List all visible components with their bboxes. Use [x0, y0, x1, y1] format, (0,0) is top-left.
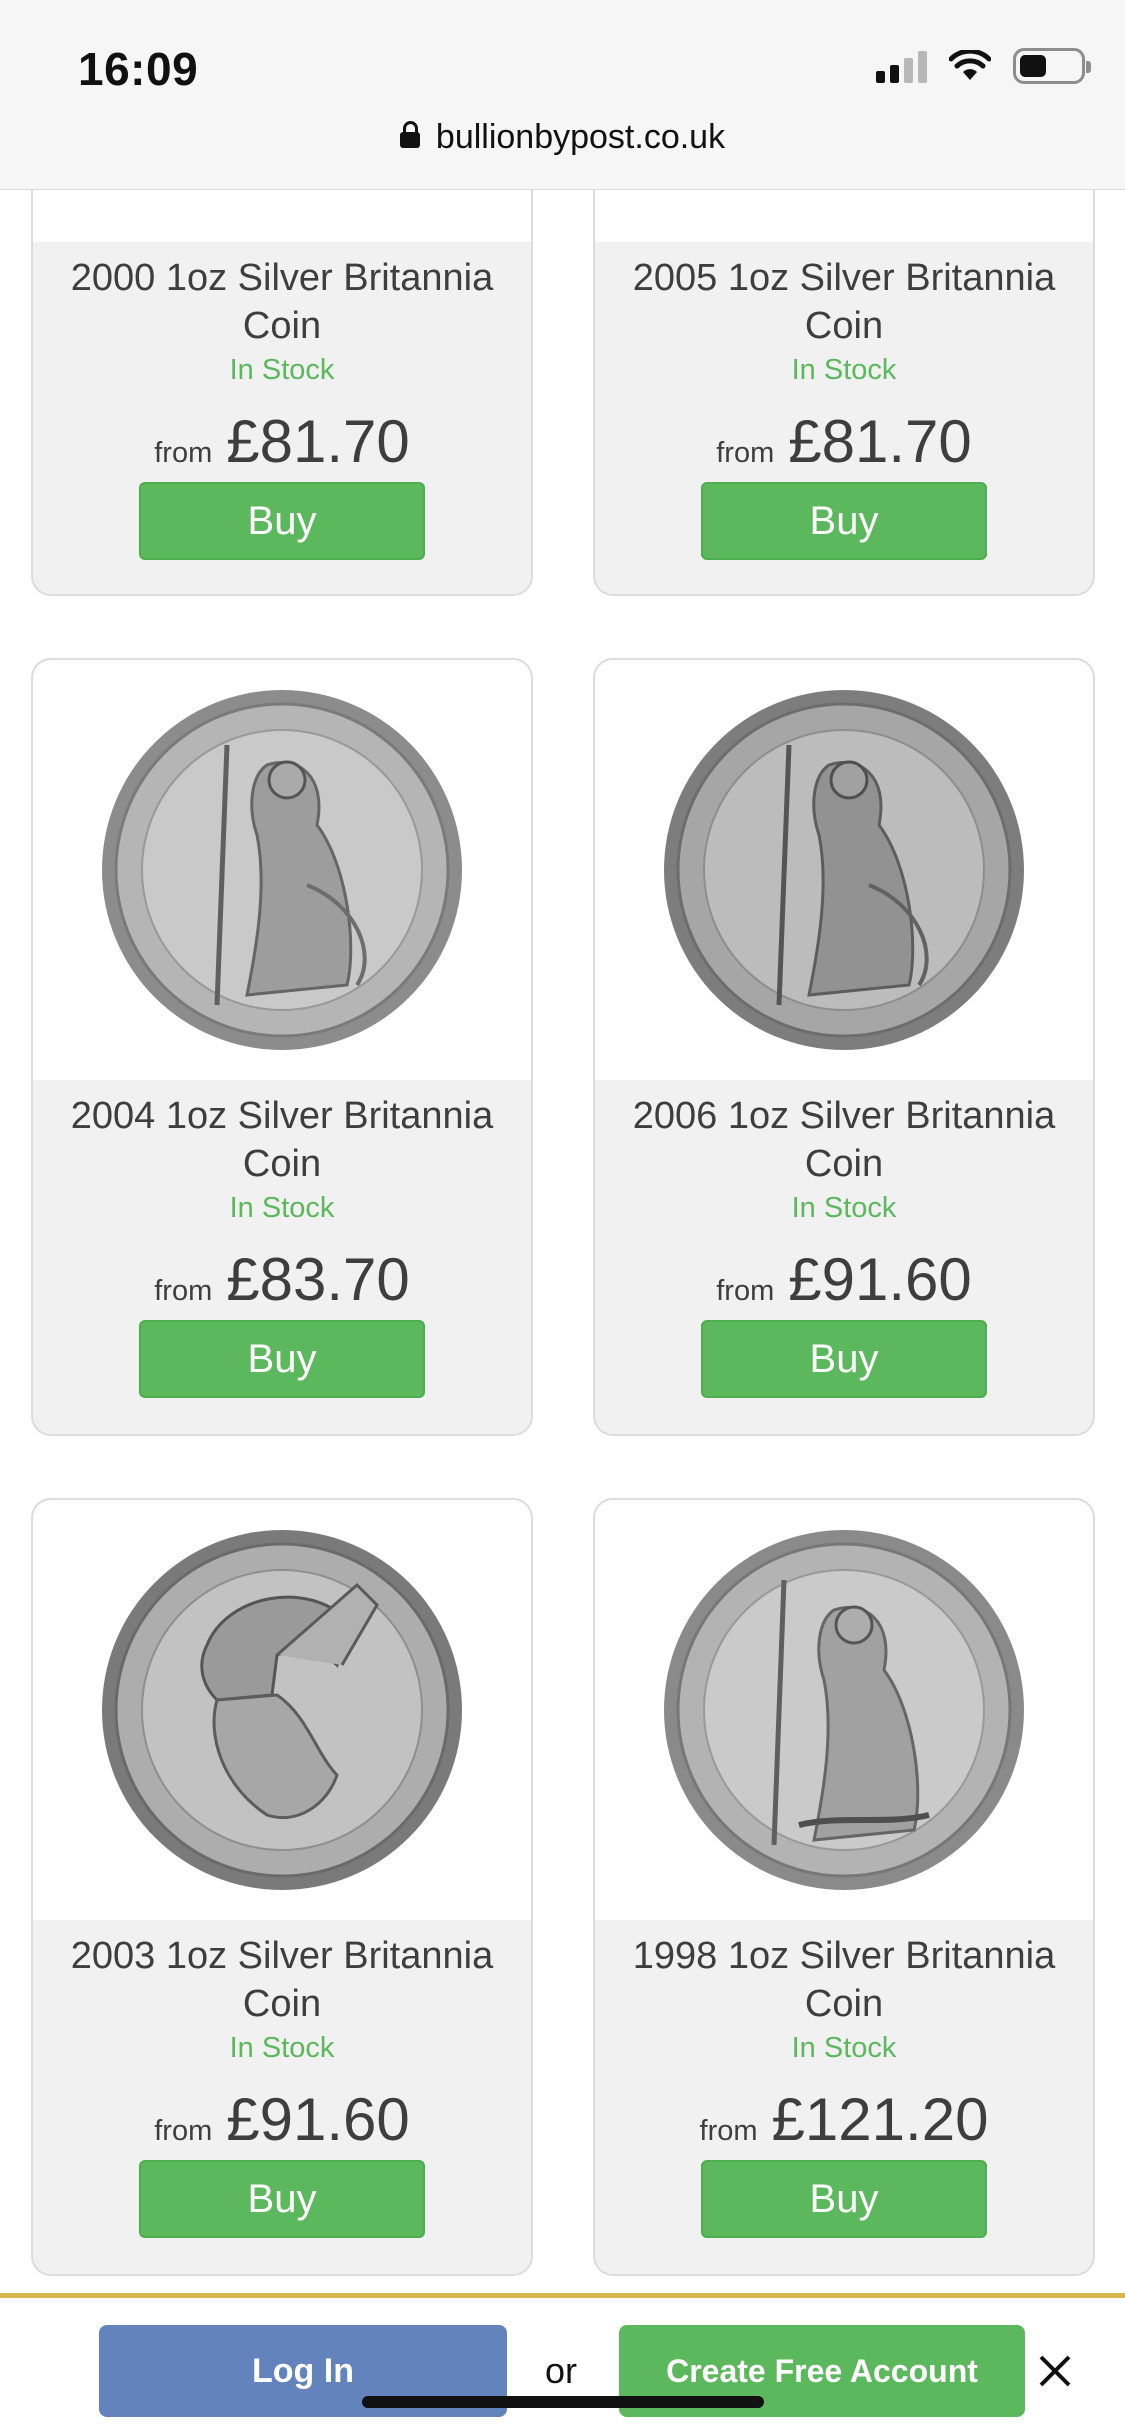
price: £91.60 [788, 1246, 972, 1313]
price-row: from £83.70 [33, 1245, 531, 1314]
from-label: from [716, 1275, 775, 1307]
coin-image [664, 1530, 1024, 1890]
product-card[interactable]: 1998 1oz Silver Britannia Coin In Stock … [593, 1498, 1095, 2276]
product-card[interactable]: 2006 1oz Silver Britannia Coin In Stock … [593, 658, 1095, 1436]
price-row: from £81.70 [595, 407, 1093, 476]
product-title[interactable]: 2004 1oz Silver Britannia Coin [33, 1092, 531, 1188]
stock-status: In Stock [791, 2032, 897, 2064]
price: £91.60 [226, 2086, 410, 2153]
battery-icon [1013, 48, 1091, 84]
buy-button[interactable]: Buy [701, 482, 987, 560]
price-row: from £81.70 [33, 407, 531, 476]
product-card[interactable]: 2004 1oz Silver Britannia Coin In Stock … [31, 658, 533, 1436]
product-image-area [33, 1500, 531, 1920]
buy-button[interactable]: Buy [701, 1320, 987, 1398]
from-label: from [154, 1275, 213, 1307]
url-bar[interactable]: bullionbypost.co.uk [0, 118, 1125, 157]
price-row: from £91.60 [33, 2085, 531, 2154]
price: £81.70 [226, 408, 410, 475]
price-row: from £121.20 [595, 2085, 1093, 2154]
price: £81.70 [788, 408, 972, 475]
or-label: or [545, 2350, 578, 2391]
product-card[interactable]: 2003 1oz Silver Britannia Coin In Stock … [31, 1498, 533, 2276]
stock-status: In Stock [229, 2032, 335, 2064]
buy-button[interactable]: Buy [701, 2160, 987, 2238]
browser-header: 16:09 bullionbypost.co.uk [0, 0, 1125, 190]
coin-image [102, 1530, 462, 1890]
product-title[interactable]: 2006 1oz Silver Britannia Coin [595, 1092, 1093, 1188]
product-card[interactable]: 2000 1oz Silver Britannia Coin In Stock … [31, 150, 533, 596]
account-bar: Log In or Create Free Account [0, 2293, 1125, 2436]
stock-status: In Stock [791, 354, 897, 386]
coin-image [664, 690, 1024, 1050]
stock-status: In Stock [229, 354, 335, 386]
buy-button[interactable]: Buy [139, 1320, 425, 1398]
buy-button[interactable]: Buy [139, 482, 425, 560]
url-text: bullionbypost.co.uk [435, 118, 726, 156]
product-title[interactable]: 2003 1oz Silver Britannia Coin [33, 1932, 531, 2028]
product-title[interactable]: 2005 1oz Silver Britannia Coin [595, 254, 1093, 350]
home-indicator [362, 2396, 764, 2408]
from-label: from [716, 437, 775, 469]
stock-status: In Stock [229, 1192, 335, 1224]
product-card[interactable]: 2005 1oz Silver Britannia Coin In Stock … [593, 150, 1095, 596]
close-icon[interactable] [1037, 2353, 1073, 2389]
product-title[interactable]: 1998 1oz Silver Britannia Coin [595, 1932, 1093, 2028]
product-image-area [33, 660, 531, 1080]
lock-icon [399, 121, 420, 148]
coin-image [102, 690, 462, 1050]
product-image-area [595, 1500, 1093, 1920]
price-row: from £91.60 [595, 1245, 1093, 1314]
buy-button[interactable]: Buy [139, 2160, 425, 2238]
from-label: from [154, 437, 213, 469]
product-title[interactable]: 2000 1oz Silver Britannia Coin [33, 254, 531, 350]
cellular-signal-icon [876, 49, 927, 83]
status-icons [876, 48, 1091, 84]
from-label: from [699, 2115, 758, 2147]
price: £83.70 [226, 1246, 410, 1313]
status-time: 16:09 [78, 43, 199, 95]
price: £121.20 [771, 2086, 989, 2153]
from-label: from [154, 2115, 213, 2147]
wifi-icon [949, 50, 991, 80]
stock-status: In Stock [791, 1192, 897, 1224]
product-image-area [595, 660, 1093, 1080]
